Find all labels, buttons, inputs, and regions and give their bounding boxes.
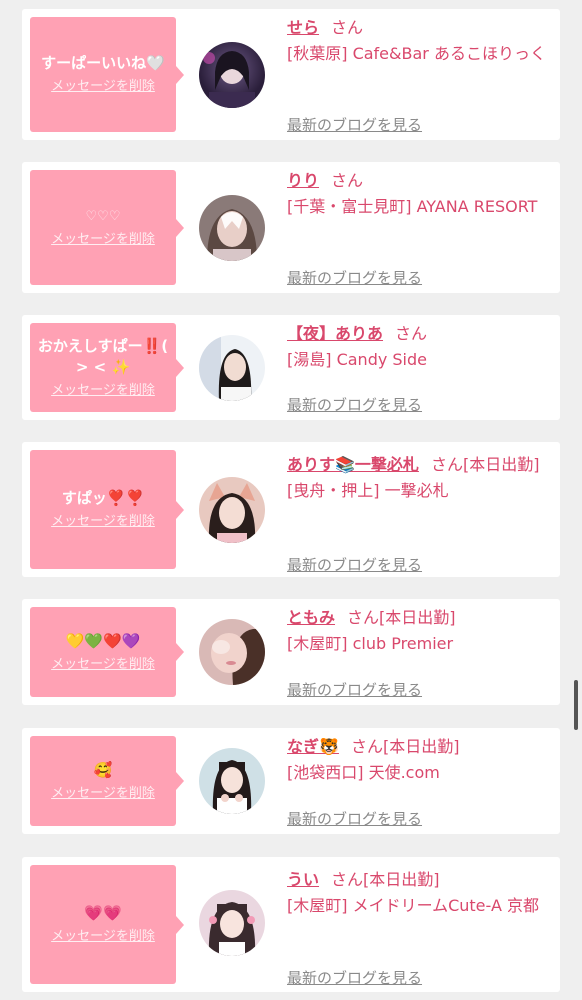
cast-name-link[interactable]: なぎ🐯 — [287, 737, 339, 756]
message-bubble: 💗💗 メッセージを削除 — [30, 865, 184, 984]
cast-info: りり さん [千葉・富士見町] AYANA RESORT 最新のブログを見る — [287, 168, 552, 287]
shop-name: [木屋町] メイドリームCute-A 京都 — [287, 896, 539, 915]
avatar[interactable] — [199, 619, 265, 685]
shop-name: [池袋西口] 天使.com — [287, 763, 440, 782]
honorific: さん — [430, 455, 463, 474]
honorific: さん — [331, 870, 364, 889]
honorific: さん — [395, 324, 428, 343]
shop-name: [湯島] Candy Side — [287, 350, 428, 369]
status-tag: [本日出勤] — [462, 455, 540, 474]
cast-info: うい さん[本日出勤] [木屋町] メイドリームCute-A 京都 最新のブログを… — [287, 867, 552, 987]
cast-info: なぎ🐯 さん[本日出勤] [池袋西口] 天使.com 最新のブログを見る — [287, 734, 552, 828]
message-text: 💗💗 — [84, 904, 122, 922]
message-text: 💛💚❤️💜 — [65, 631, 141, 650]
message-text: おかえしすぱー‼️( > < ✨ — [37, 336, 169, 376]
message-bubble: すぱッ❣️❣️ メッセージを削除 — [30, 450, 184, 569]
message-card: 💗💗 メッセージを削除 うい さん[本日出勤] [木屋町] メイドリームCute-… — [22, 857, 560, 992]
latest-blog-link[interactable]: 最新のブログを見る — [287, 392, 422, 418]
shop-name: [秋葉原] Cafe&Bar あるこほりっく — [287, 44, 546, 63]
status-tag: [本日出勤] — [382, 737, 460, 756]
delete-message-link[interactable]: メッセージを削除 — [51, 231, 155, 249]
avatar[interactable] — [199, 890, 265, 956]
cast-name-link[interactable]: せら — [287, 18, 319, 37]
scrollbar[interactable] — [574, 680, 578, 730]
message-text: すぱッ❣️❣️ — [61, 489, 145, 507]
message-card: 🥰 メッセージを削除 なぎ🐯 さん[本日出勤] [池袋西口] 天使.com 最新の… — [22, 728, 560, 834]
honorific: さん — [331, 18, 364, 37]
cast-name-link[interactable]: りり — [287, 171, 319, 190]
cast-info: せら さん [秋葉原] Cafe&Bar あるこほりっく 最新のブログを見る — [287, 15, 552, 134]
shop-name: [曳舟・押上] 一撃必札 — [287, 481, 449, 500]
avatar[interactable] — [199, 477, 265, 543]
message-bubble: すーぱーいいね🤍 メッセージを削除 — [30, 17, 184, 132]
latest-blog-link[interactable]: 最新のブログを見る — [287, 112, 422, 138]
message-card: すーぱーいいね🤍 メッセージを削除 せら さん [秋葉原] Cafe&Bar ある… — [22, 9, 560, 140]
delete-message-link[interactable]: メッセージを削除 — [51, 382, 155, 400]
message-bubble: 💛💚❤️💜 メッセージを削除 — [30, 607, 184, 697]
latest-blog-link[interactable]: 最新のブログを見る — [287, 806, 422, 832]
delete-message-link[interactable]: メッセージを削除 — [51, 656, 155, 674]
cast-name-link[interactable]: 【夜】ありあ — [287, 324, 383, 343]
message-text: ♡♡♡ — [85, 209, 121, 224]
delete-message-link[interactable]: メッセージを削除 — [51, 78, 155, 96]
cast-info: ともみ さん[本日出勤] [木屋町] club Premier 最新のブログを見る — [287, 605, 552, 699]
avatar[interactable] — [199, 42, 265, 108]
message-bubble: 🥰 メッセージを削除 — [30, 736, 184, 826]
cast-info: 【夜】ありあ さん [湯島] Candy Side 最新のブログを見る — [287, 321, 552, 414]
message-card: すぱッ❣️❣️ メッセージを削除 ありす📚一撃必札 さん[本日出勤] [曳舟・押上… — [22, 442, 560, 577]
message-card: 💛💚❤️💜 メッセージを削除 ともみ さん[本日出勤] [木屋町] club Pr… — [22, 599, 560, 705]
message-card: おかえしすぱー‼️( > < ✨ メッセージを削除 【夜】ありあ さん [湯島] … — [22, 315, 560, 420]
latest-blog-link[interactable]: 最新のブログを見る — [287, 677, 422, 703]
message-card: ♡♡♡ メッセージを削除 りり さん [千葉・富士見町] AYANA RESORT… — [22, 162, 560, 293]
cast-info: ありす📚一撃必札 さん[本日出勤] [曳舟・押上] 一撃必札 最新のブログを見る — [287, 452, 552, 574]
shop-name: [千葉・富士見町] AYANA RESORT — [287, 197, 538, 216]
delete-message-link[interactable]: メッセージを削除 — [51, 513, 155, 531]
latest-blog-link[interactable]: 最新のブログを見る — [287, 265, 422, 291]
cast-name-link[interactable]: ありす📚一撃必札 — [287, 455, 419, 474]
delete-message-link[interactable]: メッセージを削除 — [51, 928, 155, 946]
delete-message-link[interactable]: メッセージを削除 — [51, 785, 155, 803]
latest-blog-link[interactable]: 最新のブログを見る — [287, 965, 422, 991]
status-tag: [本日出勤] — [379, 608, 456, 627]
avatar[interactable] — [199, 335, 265, 401]
status-tag: [本日出勤] — [363, 870, 440, 889]
message-text: 🥰 — [93, 760, 113, 779]
latest-blog-link[interactable]: 最新のブログを見る — [287, 552, 422, 578]
honorific: さん — [331, 171, 364, 190]
honorific: さん — [347, 608, 380, 627]
message-bubble: ♡♡♡ メッセージを削除 — [30, 170, 184, 285]
cast-name-link[interactable]: ともみ — [287, 608, 335, 627]
avatar[interactable] — [199, 195, 265, 261]
honorific: さん — [350, 737, 383, 756]
avatar[interactable] — [199, 748, 265, 814]
message-text: すーぱーいいね🤍 — [41, 54, 165, 72]
cast-name-link[interactable]: うい — [287, 870, 319, 889]
message-bubble: おかえしすぱー‼️( > < ✨ メッセージを削除 — [30, 323, 184, 412]
shop-name: [木屋町] club Premier — [287, 634, 454, 653]
